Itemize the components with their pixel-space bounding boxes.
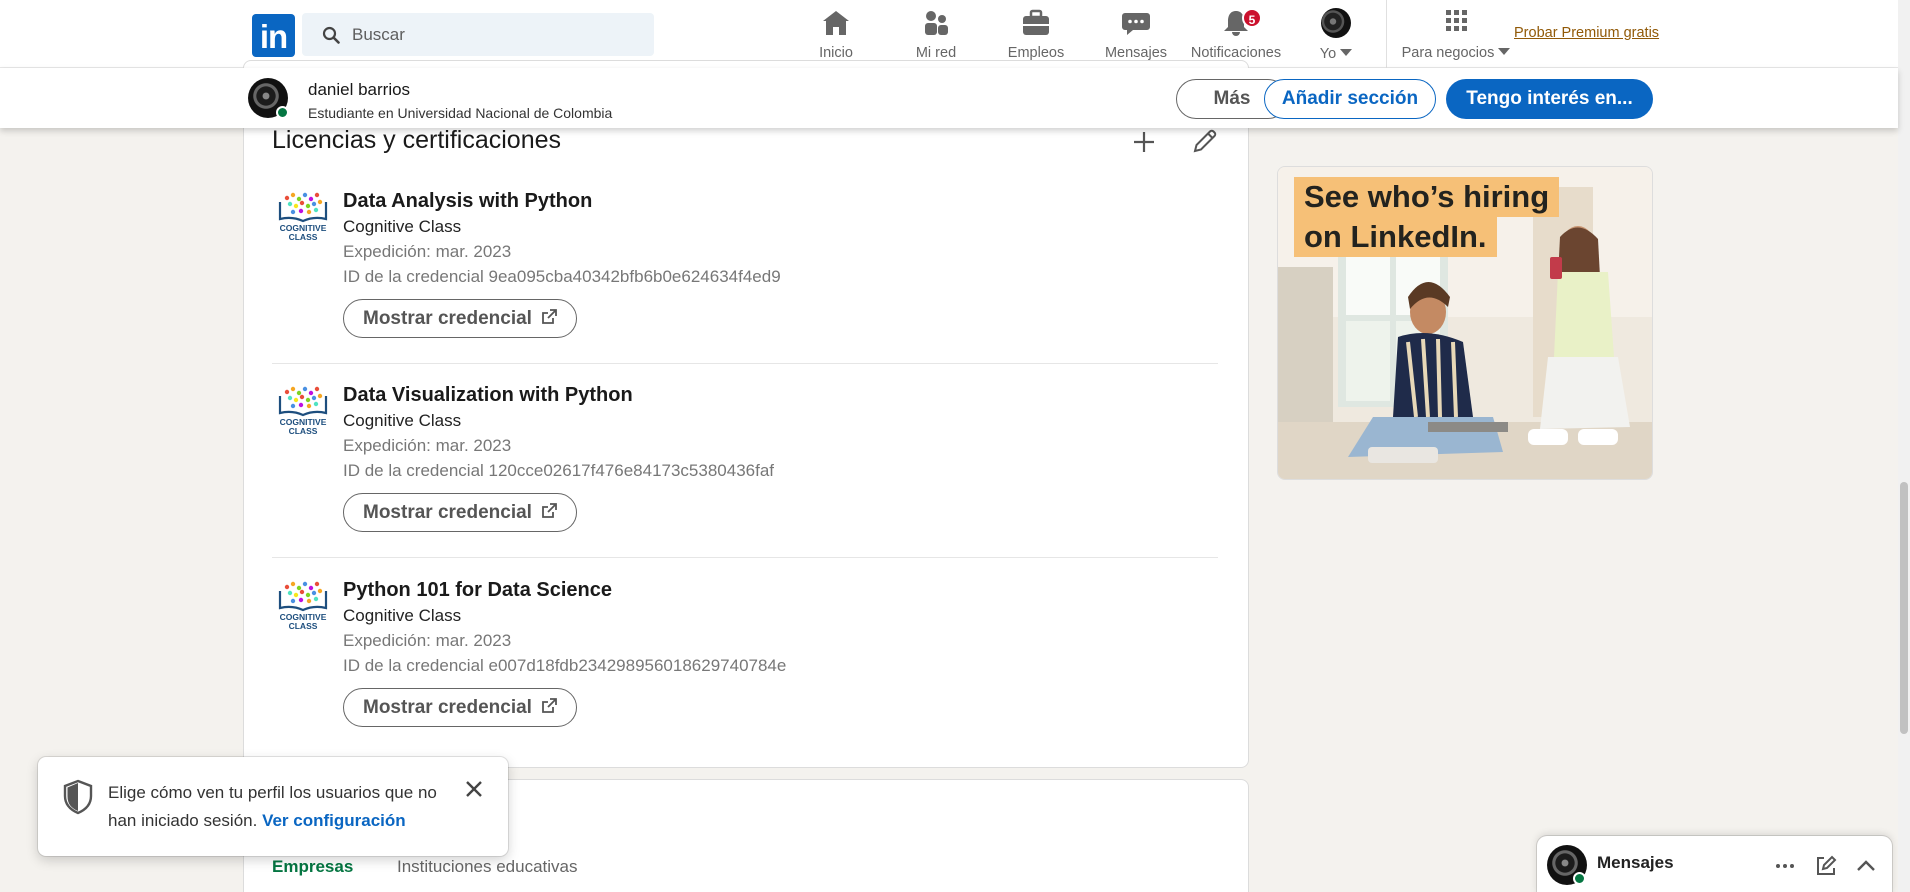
tab-schools[interactable]: Instituciones educativas — [397, 857, 578, 877]
certification-item: COGNITIVE CLASS Data Analysis with Pytho… — [272, 190, 1218, 384]
cognitive-class-logo: COGNITIVE CLASS — [278, 386, 328, 436]
cert-issued-date: Expedición: mar. 2023 — [343, 631, 512, 650]
caret-down-icon — [1498, 48, 1511, 55]
shield-icon — [63, 779, 93, 815]
edit-pencil-icon[interactable] — [1186, 124, 1222, 160]
cert-org: Cognitive Class — [343, 411, 462, 430]
compose-icon[interactable] — [1813, 853, 1839, 879]
briefcase-icon — [1023, 9, 1049, 35]
nav-business[interactable]: Para negocios — [1400, 8, 1512, 64]
show-credential-button[interactable]: Mostrar credencial — [343, 299, 578, 338]
show-credential-label: Mostrar credencial — [363, 308, 532, 329]
cert-issued-date: Expedición: mar. 2023 — [343, 436, 512, 455]
external-link-icon — [542, 309, 558, 324]
grid-icon — [1446, 10, 1467, 31]
me-avatar — [1321, 8, 1351, 38]
cert-org: Cognitive Class — [343, 606, 462, 625]
nav-notifications[interactable]: 5 Notificaciones — [1188, 8, 1284, 64]
nav-home[interactable]: Inicio — [806, 8, 866, 64]
certification-item: COGNITIVE CLASS Data Visualization with … — [272, 384, 1218, 578]
profile-sticky-bar: daniel barrios Estudiante en Universidad… — [0, 68, 1898, 128]
nav-network[interactable]: Mi red — [906, 8, 966, 64]
ad-headline-line2: on LinkedIn. — [1294, 217, 1497, 257]
search-icon — [322, 26, 340, 44]
nav-messaging-label: Mensajes — [1104, 45, 1168, 61]
cert-credential-id: ID de la credencial 9ea095cba40342bfb6b0… — [343, 267, 781, 286]
nav-jobs[interactable]: Empleos — [1000, 8, 1072, 64]
nav-me-label: Yo — [1319, 46, 1337, 62]
scrollbar-track[interactable] — [1898, 0, 1910, 892]
item-divider — [272, 363, 1218, 364]
cert-credential-id: ID de la credencial 120cce02617f476e8417… — [343, 461, 775, 480]
logo-text-line2: CLASS — [289, 621, 318, 631]
nav-business-label: Para negocios — [1401, 45, 1495, 61]
add-section-button[interactable]: Añadir sección — [1264, 79, 1436, 119]
section-title: Licencias y certificaciones — [272, 126, 562, 154]
caret-down-icon — [1340, 49, 1353, 56]
show-credential-button[interactable]: Mostrar credencial — [343, 493, 578, 532]
search-input[interactable] — [352, 13, 642, 56]
close-icon[interactable] — [464, 779, 484, 799]
linkedin-logo[interactable]: in — [252, 14, 295, 57]
nav-jobs-label: Empleos — [1007, 45, 1065, 61]
people-icon — [925, 11, 948, 35]
cert-issued-date: Expedición: mar. 2023 — [343, 242, 512, 261]
premium-link[interactable]: Probar Premium gratis — [1514, 25, 1659, 41]
ad-banner[interactable]: See who’s hiring on LinkedIn. — [1277, 166, 1653, 480]
nav-messaging[interactable]: Mensajes — [1098, 8, 1174, 64]
visibility-toast: Elige cómo ven tu perfil los usuarios qu… — [38, 757, 508, 856]
add-icon[interactable] — [1126, 124, 1162, 160]
online-status-dot — [276, 106, 289, 119]
search-box[interactable] — [302, 13, 654, 56]
profile-headline: Estudiante en Universidad Nacional de Co… — [308, 105, 613, 121]
global-nav: in Inicio Mi red Empleos — [0, 0, 1898, 68]
nav-divider — [1386, 0, 1387, 68]
show-credential-label: Mostrar credencial — [363, 697, 532, 718]
home-icon — [823, 11, 849, 35]
item-divider — [272, 557, 1218, 558]
logo-text-line2: CLASS — [289, 426, 318, 436]
messaging-bar[interactable]: Mensajes — [1537, 836, 1892, 892]
messaging-title: Mensajes — [1597, 853, 1674, 872]
view-settings-link[interactable]: Ver configuración — [262, 811, 406, 830]
nav-home-label: Inicio — [819, 45, 853, 61]
tab-companies[interactable]: Empresas — [272, 857, 353, 877]
cognitive-class-logo: COGNITIVE CLASS — [278, 192, 328, 242]
external-link-icon — [542, 503, 558, 518]
profile-name: daniel barrios — [308, 80, 411, 99]
nav-network-label: Mi red — [915, 45, 957, 61]
nav-notifications-label: Notificaciones — [1190, 45, 1282, 61]
ad-headline-line1: See who’s hiring — [1294, 177, 1560, 217]
external-link-icon — [542, 698, 558, 713]
open-to-button[interactable]: Tengo interés en... — [1446, 79, 1653, 119]
cognitive-class-logo: COGNITIVE CLASS — [278, 581, 328, 631]
nav-me[interactable]: Yo — [1316, 8, 1356, 64]
cert-credential-id: ID de la credencial e007d18fdb2342989560… — [343, 656, 787, 675]
scrollbar-thumb[interactable] — [1900, 482, 1908, 734]
logo-text-line2: CLASS — [289, 232, 318, 242]
more-options-icon[interactable] — [1772, 853, 1798, 879]
cert-org: Cognitive Class — [343, 217, 462, 236]
show-credential-label: Mostrar credencial — [363, 502, 532, 523]
notification-badge: 5 — [1242, 8, 1262, 28]
certification-item: COGNITIVE CLASS Python 101 for Data Scie… — [272, 579, 1218, 773]
cert-title[interactable]: Data Analysis with Python — [343, 190, 592, 213]
show-credential-button[interactable]: Mostrar credencial — [343, 688, 578, 727]
chevron-up-icon[interactable] — [1853, 853, 1879, 879]
chat-icon — [1122, 13, 1150, 35]
online-status-dot — [1573, 872, 1586, 885]
cert-title[interactable]: Data Visualization with Python — [343, 384, 633, 407]
cert-title[interactable]: Python 101 for Data Science — [343, 579, 612, 602]
